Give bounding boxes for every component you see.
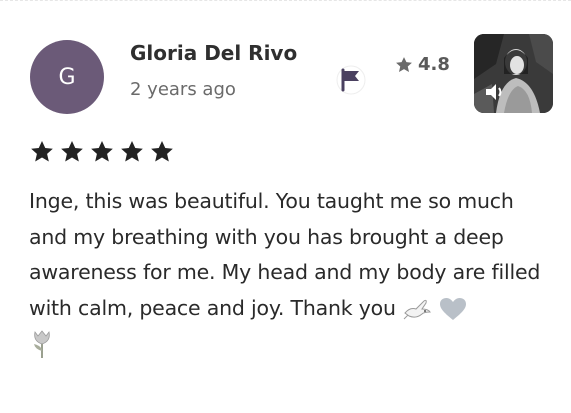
posted-date: 2 years ago: [130, 79, 236, 100]
review-card: G Gloria Del Rivo 2 years ago 4.8 Inge, …: [0, 0, 571, 413]
star-icon: [61, 140, 83, 162]
star-icon: [396, 56, 412, 72]
dove-emoji: [403, 299, 432, 319]
star-icon: [151, 140, 173, 162]
avatar: G: [30, 40, 104, 114]
rating-value: 4.8: [418, 54, 450, 75]
flag-icon[interactable]: [336, 65, 366, 95]
star-icon: [121, 140, 143, 162]
tulip-emoji: [34, 330, 50, 358]
author-name: Gloria Del Rivo: [130, 41, 298, 65]
review-body: Inge, this was beautiful. You taught me …: [29, 184, 549, 362]
average-rating: 4.8: [394, 54, 450, 75]
star-icon: [31, 140, 53, 162]
avatar-initial: G: [58, 64, 76, 90]
speaker-icon[interactable]: [484, 82, 506, 102]
star-icon: [91, 140, 113, 162]
grey-heart-emoji: [440, 297, 467, 320]
media-thumbnail[interactable]: [474, 34, 553, 113]
review-stars: [29, 139, 175, 165]
